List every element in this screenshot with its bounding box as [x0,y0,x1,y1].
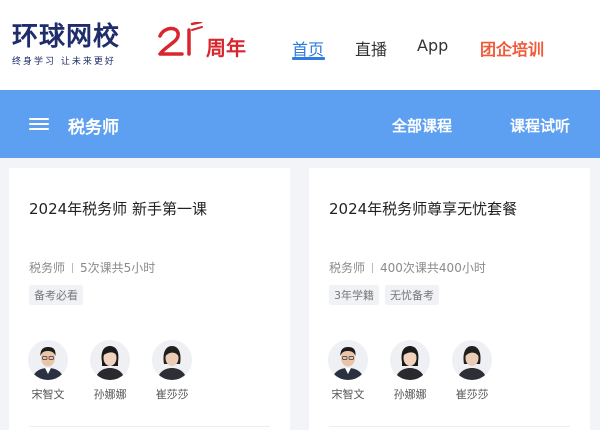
teacher-avatar [90,340,131,380]
course-card[interactable]: 2024年税务师 新手第一课 税务师 5次课共5小时 备考必看 宋智文 孙娜娜 … [9,168,290,430]
hamburger-menu-icon[interactable] [29,116,49,132]
nav-corporate-training[interactable]: 团企培训 [480,36,544,60]
teacher-name: 崔莎莎 [455,388,489,401]
teacher-name: 崔莎莎 [155,388,189,401]
nav-live[interactable]: 直播 [355,36,387,60]
teacher-avatar [28,340,68,380]
course-card[interactable]: 2024年税务师尊享无忧套餐 税务师 400次课共400小时 3年学籍 无忧备考 宋… [309,168,590,430]
course-title[interactable]: 2024年税务师 新手第一课 [29,198,207,219]
course-tag: 无忧备考 [385,285,439,305]
course-tags: 备考必看 [29,284,89,305]
course-tag: 备考必看 [29,285,83,305]
course-meta: 税务师 400次课共400小时 [329,259,486,276]
card-divider [329,426,570,427]
teacher-item: 崔莎莎 [152,340,193,402]
meta-divider [72,263,74,273]
teacher-item: 崔莎莎 [452,340,493,402]
category-title: 税务师 [68,118,119,138]
teacher-name: 宋智文 [331,388,365,401]
teacher-avatar [328,340,368,380]
meta-divider [372,263,374,273]
teacher-list: 宋智文 孙娜娜 崔莎莎 [328,340,509,402]
nav-app[interactable]: App [417,36,448,55]
teacher-name: 孙娜娜 [93,388,127,401]
course-lessons: 400次课共400小时 [380,261,486,275]
logo-wordmark: 环球网校 [12,22,121,52]
teacher-name: 孙娜娜 [393,388,427,401]
teacher-item: 孙娜娜 [390,340,431,402]
teacher-item: 宋智文 [328,340,368,402]
teacher-avatar [390,340,431,380]
course-tag: 3年学籍 [329,285,379,305]
teacher-avatar [452,340,493,380]
all-courses-link[interactable]: 全部课程 [392,115,452,136]
teacher-item: 孙娜娜 [90,340,131,402]
anniversary-label: 周年 [206,36,246,60]
course-trial-link[interactable]: 课程试听 [510,115,570,136]
site-logo[interactable]: 环球网校 终身学习 让未来更好 [12,22,132,67]
course-tags: 3年学籍 无忧备考 [329,284,445,305]
category-bar: 税务师 全部课程 课程试听 [0,90,600,158]
teacher-item: 宋智文 [28,340,68,402]
teacher-list: 宋智文 孙娜娜 崔莎莎 [28,340,209,402]
course-lessons: 5次课共5小时 [80,261,156,275]
course-title[interactable]: 2024年税务师尊享无忧套餐 [329,198,517,219]
nav-active-indicator [292,57,325,60]
course-meta: 税务师 5次课共5小时 [29,259,155,276]
card-divider [29,426,270,427]
course-subject: 税务师 [329,261,366,275]
site-header: 环球网校 终身学习 让未来更好 周年 首页 直播 App 团企培训 [0,0,600,90]
teacher-avatar [152,340,193,380]
course-subject: 税务师 [29,261,66,275]
teacher-name: 宋智文 [31,388,65,401]
logo-slogan: 终身学习 让未来更好 [12,57,116,67]
anniversary-21-icon [158,22,203,56]
